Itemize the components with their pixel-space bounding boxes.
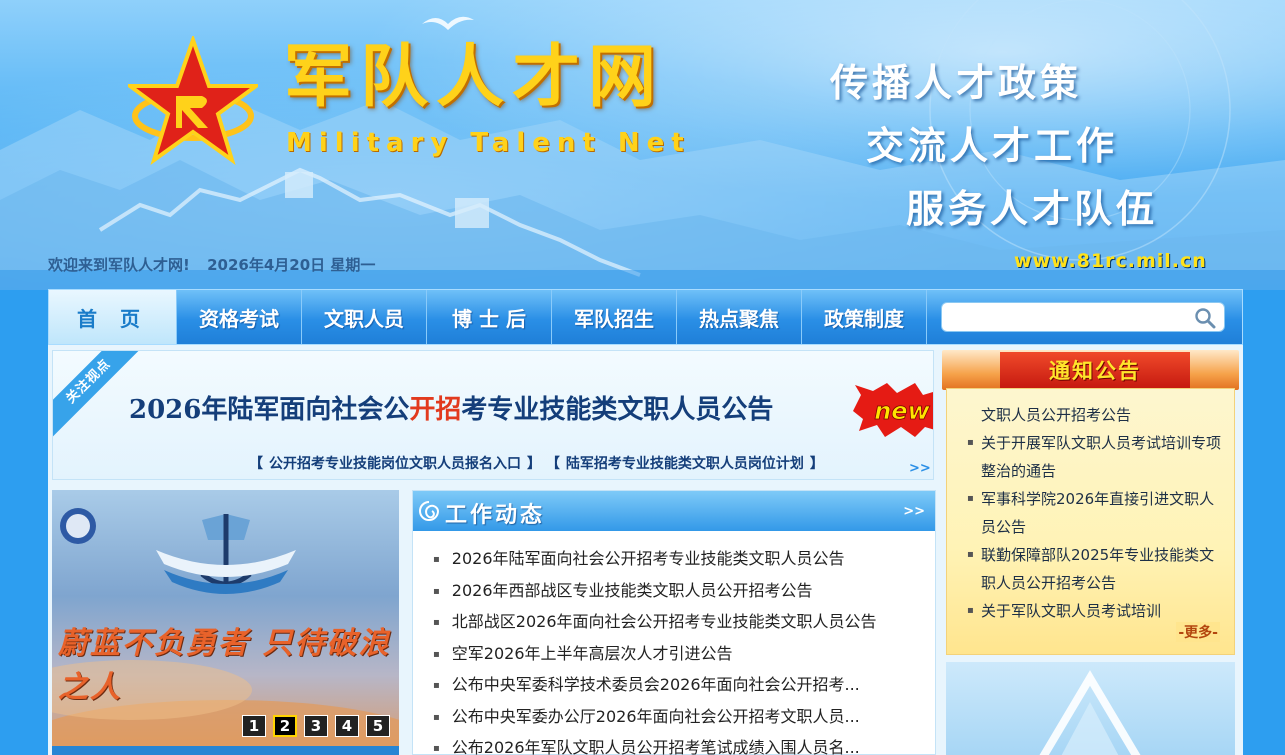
notice-scroll-area: 文职人员公开招考公告 关于开展军队文职人员考试培训专项整治的通告 军事科学院20… [946, 388, 1235, 655]
logo-subtitle: Military Talent Net [286, 128, 691, 158]
headline-links: 【公开招考专业技能岗位文职人员报名入口】 【陆军招考专业技能类文职人员岗位计划】 [249, 456, 824, 472]
headline-more-link[interactable]: >> [909, 461, 931, 476]
position-plan-link[interactable]: 陆军招考专业技能类文职人员岗位计划 [566, 456, 804, 472]
news-item[interactable]: 2026年陆军面向社会公开招考专业技能类文职人员公告 [433, 543, 935, 575]
nav-military-enrollment[interactable]: 军队招生 [552, 290, 677, 344]
search-input[interactable] [950, 303, 1190, 331]
news-item[interactable]: 公布中央军委办公厅2026年面向社会公开招考文职人员... [433, 701, 935, 733]
nav-hot-topics[interactable]: 热点聚焦 [677, 290, 802, 344]
welcome-bar: 欢迎来到军队人才网! 2026年4月20日 星期一 [48, 254, 375, 275]
slogan-2: 交流人才工作 [866, 124, 1119, 168]
image-slideshow[interactable]: 蔚蓝不负勇者 只待破浪之人 1 2 3 4 5 [52, 490, 399, 755]
slogan-3: 服务人才队伍 [906, 187, 1159, 231]
notice-header: 通知公告 [942, 350, 1239, 390]
army-star-logo-icon [128, 36, 258, 166]
slide-dot-5[interactable]: 5 [366, 715, 390, 737]
headline-title-part: 考专业技能类文职人员公告 [461, 395, 774, 425]
headline-title[interactable]: 2026年陆军面向社会公开招考专业技能类文职人员公告 [129, 389, 773, 426]
notice-item[interactable]: 联勤保障部队2025年专业技能类文职人员公开招考公告 [967, 541, 1224, 597]
slideshow-bottom-bar [52, 746, 399, 755]
news-item[interactable]: 公布2026年军队文职人员公开招考笔试成绩入围人员名... [433, 732, 935, 755]
notice-item[interactable]: 文职人员公开招考公告 [967, 401, 1224, 429]
search-box [941, 302, 1225, 332]
slide-caption: 蔚蓝不负勇者 只待破浪之人 [58, 626, 391, 705]
search-icon[interactable] [1194, 307, 1216, 329]
new-badge-text: new [874, 397, 930, 425]
work-news-panel: 工作动态 >> 2026年陆军面向社会公开招考专业技能类文职人员公告 2026年… [412, 490, 936, 755]
work-news-header: 工作动态 >> [413, 491, 935, 531]
nav-policy[interactable]: 政策制度 [802, 290, 927, 344]
slide-dot-2[interactable]: 2 [273, 715, 297, 737]
site-banner: 军队人才网 Military Talent Net 传播人才政策 交流人才工作 … [0, 0, 1285, 290]
logo-title: 军队人才网 [284, 38, 665, 117]
notice-title: 通知公告 [1000, 352, 1190, 388]
headline-title-part: 2026年陆军面向社会公 [129, 395, 410, 425]
welcome-text: 欢迎来到军队人才网! [48, 256, 190, 274]
notice-item[interactable]: 关于开展军队文职人员考试培训专项整治的通告 [967, 429, 1224, 485]
nav-civilian-staff[interactable]: 文职人员 [302, 290, 427, 344]
slide-pager: 1 2 3 4 5 [242, 715, 390, 737]
notice-more-link[interactable]: -更多- [1176, 622, 1220, 642]
news-item[interactable]: 公布中央军委科学技术委员会2026年面向社会公开招考... [433, 669, 935, 701]
news-item[interactable]: 空军2026年上半年高层次人才引进公告 [433, 638, 935, 670]
main-nav: 首 页 资格考试 文职人员 博 士 后 军队招生 热点聚焦 政策制度 [48, 289, 1243, 345]
notice-item[interactable]: 关于军队文职人员考试培训 [967, 597, 1224, 625]
notice-list: 文职人员公开招考公告 关于开展军队文职人员考试培训专项整治的通告 军事科学院20… [947, 389, 1234, 625]
slogan-1: 传播人才政策 [830, 61, 1083, 105]
seagull-icon [422, 16, 474, 30]
news-item[interactable]: 2026年西部战区专业技能类文职人员公开招考公告 [433, 575, 935, 607]
work-news-title: 工作动态 [445, 502, 546, 528]
swirl-icon [419, 501, 440, 521]
slide-dot-4[interactable]: 4 [335, 715, 359, 737]
work-news-more-link[interactable]: >> [903, 504, 925, 519]
site-url: www.81rc.mil.cn [1014, 250, 1207, 272]
registration-entry-link[interactable]: 公开招考专业技能岗位文职人员报名入口 [269, 456, 521, 472]
slide-dot-1[interactable]: 1 [242, 715, 266, 737]
slide-dot-3[interactable]: 3 [304, 715, 328, 737]
new-badge-icon: new [853, 383, 933, 437]
nav-postdoc[interactable]: 博 士 后 [427, 290, 552, 344]
promo-banner[interactable] [946, 662, 1235, 755]
headline-title-highlight: 开招 [409, 395, 462, 425]
featured-headline: 关注视点 2026年陆军面向社会公开招考专业技能类文职人员公告 new 【公开招… [52, 350, 934, 480]
nav-home[interactable]: 首 页 [49, 290, 177, 344]
triangle-logo-icon [1039, 670, 1141, 755]
news-item[interactable]: 北部战区2026年面向社会公开招考专业技能类文职人员公告 [433, 606, 935, 638]
work-news-list: 2026年陆军面向社会公开招考专业技能类文职人员公告 2026年西部战区专业技能… [413, 531, 935, 755]
notice-item[interactable]: 军事科学院2026年直接引进文职人员公告 [967, 485, 1224, 541]
current-date: 2026年4月20日 星期一 [207, 256, 376, 274]
notice-panel: 通知公告 文职人员公开招考公告 关于开展军队文职人员考试培训专项整治的通告 军事… [942, 350, 1239, 655]
nav-qualification-exam[interactable]: 资格考试 [177, 290, 302, 344]
